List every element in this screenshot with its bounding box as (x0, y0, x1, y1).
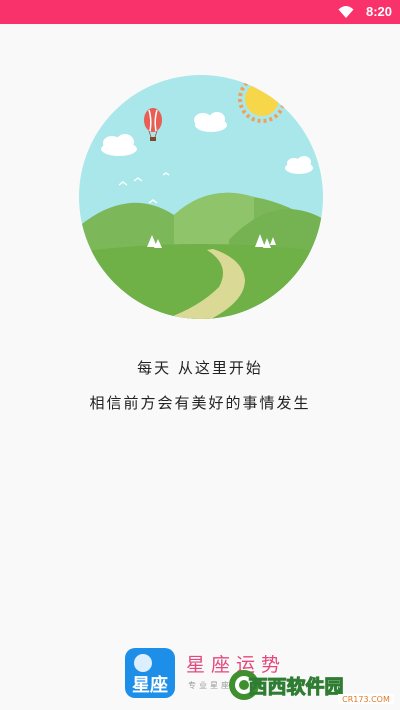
logo-text: 星座 (132, 674, 168, 696)
status-bar: 8:20 (0, 0, 400, 24)
watermark-logo: 西西软件园 CR173.COM (229, 670, 394, 704)
app-logo: 星座 (125, 648, 175, 698)
slogan-line-1: 每天 从这里开始 (137, 359, 263, 377)
watermark-main: 西西软件园 (248, 675, 343, 698)
landscape-illustration (79, 75, 323, 319)
wifi-icon (338, 6, 354, 18)
watermark-url: CR173.COM (342, 695, 390, 704)
slogan-line-2: 相信前方会有美好的事情发生 (89, 394, 311, 412)
status-time: 8:20 (365, 4, 392, 19)
